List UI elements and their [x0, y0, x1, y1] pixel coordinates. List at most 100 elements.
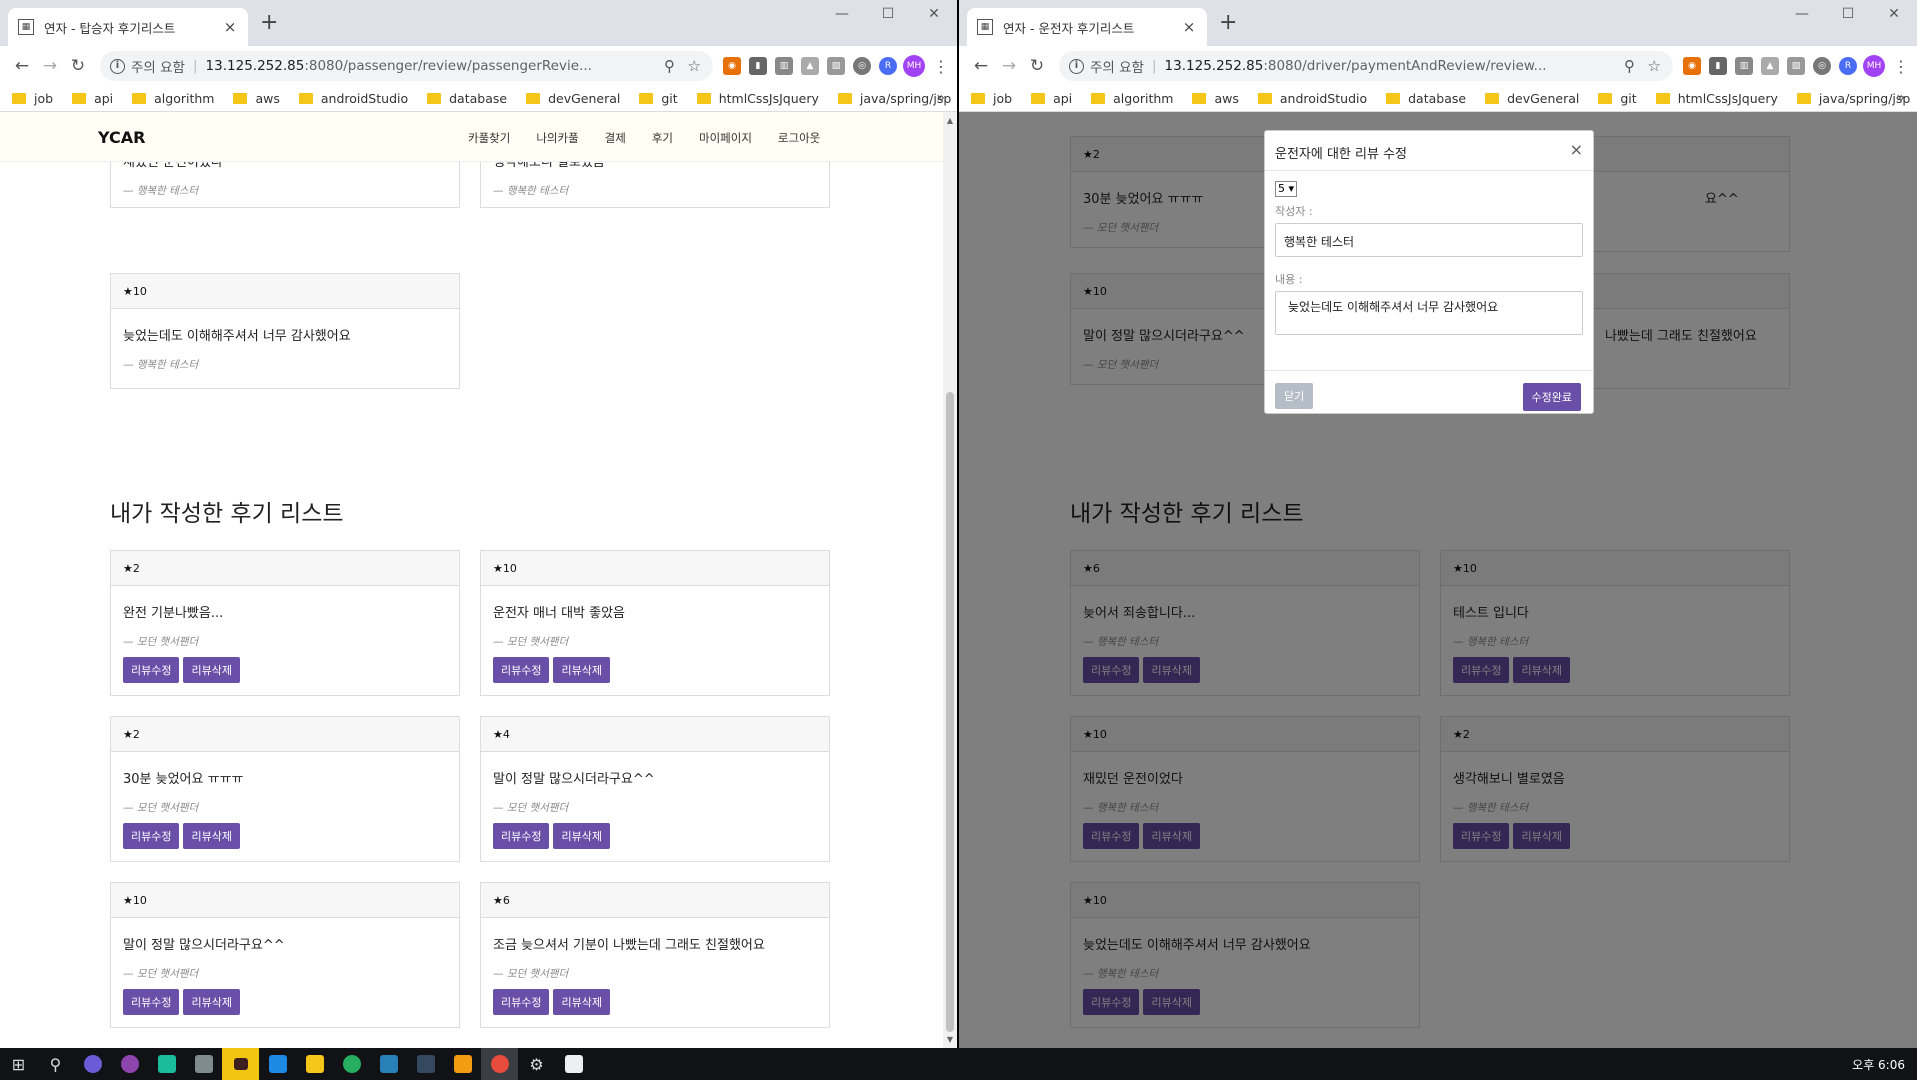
bookmark-folder[interactable]: git	[639, 91, 678, 106]
rating-select[interactable]: 5 ▾	[1275, 181, 1298, 197]
nav-carpool-search[interactable]: 카풀찾기	[468, 130, 510, 146]
close-tab-icon[interactable]: ×	[1181, 18, 1197, 36]
profile-avatar[interactable]: MH	[903, 55, 925, 77]
bookmark-folder[interactable]: devGeneral	[526, 91, 620, 106]
maximize-icon[interactable]: ☐	[1825, 0, 1871, 30]
bookmark-folder[interactable]: aws	[1192, 91, 1239, 106]
close-tab-icon[interactable]: ×	[222, 18, 238, 36]
taskbar-app-icon[interactable]	[407, 1048, 444, 1080]
author-field[interactable]: 행복한 테스터	[1275, 223, 1583, 257]
brand-logo[interactable]: YCAR	[98, 128, 145, 147]
extension-icon[interactable]: ◉	[723, 57, 741, 75]
edit-review-button[interactable]: 리뷰수정	[123, 823, 180, 849]
extension-icon[interactable]: ▧	[827, 57, 845, 75]
extension-icon[interactable]: ▮	[749, 57, 767, 75]
vscode-icon[interactable]	[259, 1048, 296, 1080]
reload-icon[interactable]: ↻	[1023, 56, 1051, 76]
minimize-icon[interactable]: —	[1779, 0, 1825, 30]
zoom-icon[interactable]: ⚲	[664, 57, 675, 75]
nav-my-carpool[interactable]: 나의카풀	[536, 130, 578, 146]
extension-icon[interactable]: ▮	[1709, 57, 1727, 75]
taskbar-app-icon[interactable]	[444, 1048, 481, 1080]
taskbar-app-icon[interactable]	[74, 1048, 111, 1080]
address-bar[interactable]: i 주의 요함 | 13.125.252.85:8080/driver/paym…	[1059, 51, 1673, 81]
nav-logout[interactable]: 로그아웃	[778, 130, 820, 146]
zoom-icon[interactable]: ⚲	[1624, 57, 1635, 75]
edit-review-button[interactable]: 리뷰수정	[493, 989, 550, 1015]
delete-review-button[interactable]: 리뷰삭제	[183, 823, 240, 849]
minimize-icon[interactable]: —	[819, 0, 865, 30]
taskbar-app-icon[interactable]	[185, 1048, 222, 1080]
bookmark-folder[interactable]: algorithm	[132, 91, 214, 106]
close-button[interactable]: 닫기	[1275, 383, 1314, 409]
extension-icon[interactable]: ▥	[1735, 57, 1753, 75]
bookmark-folder[interactable]: aws	[233, 91, 280, 106]
new-tab-icon[interactable]: +	[1219, 12, 1237, 34]
extension-icon[interactable]: ◎	[1813, 57, 1831, 75]
extension-icon[interactable]: ▧	[1787, 57, 1805, 75]
scrollbar[interactable]: ▲ ▼	[943, 112, 957, 1048]
nav-reviews[interactable]: 후기	[652, 130, 673, 146]
edit-review-button[interactable]: 리뷰수정	[123, 989, 180, 1015]
windows-start-icon[interactable]: ⊞	[0, 1048, 37, 1080]
close-icon[interactable]: ×	[1570, 140, 1583, 159]
settings-icon[interactable]: ⚙	[518, 1048, 555, 1080]
info-icon[interactable]: i	[1069, 58, 1084, 74]
extension-icon[interactable]: ◎	[853, 57, 871, 75]
menu-icon[interactable]: ⋮	[933, 57, 949, 76]
extension-icon[interactable]: R	[1839, 57, 1857, 75]
submit-edit-button[interactable]: 수정완료	[1522, 383, 1581, 411]
more-bookmarks-icon[interactable]: »	[936, 90, 945, 106]
chrome-icon[interactable]	[481, 1048, 518, 1080]
menu-icon[interactable]: ⋮	[1893, 57, 1909, 76]
edit-review-button[interactable]: 리뷰수정	[493, 823, 550, 849]
delete-review-button[interactable]: 리뷰삭제	[553, 823, 610, 849]
taskbar-app-icon[interactable]	[333, 1048, 370, 1080]
bookmark-folder[interactable]: androidStudio	[1257, 91, 1367, 106]
nav-payment[interactable]: 결제	[605, 130, 626, 146]
scroll-down-icon[interactable]: ▼	[943, 1035, 957, 1044]
profile-avatar[interactable]: MH	[1863, 55, 1885, 77]
bookmark-folder[interactable]: database	[427, 91, 507, 106]
reload-icon[interactable]: ↻	[64, 56, 92, 76]
edit-review-button[interactable]: 리뷰수정	[123, 657, 180, 683]
back-icon[interactable]: ←	[8, 56, 36, 76]
bookmark-folder[interactable]: job	[12, 91, 53, 106]
bookmark-folder[interactable]: job	[971, 91, 1012, 106]
bookmark-folder[interactable]: git	[1598, 91, 1637, 106]
bookmark-folder[interactable]: java/spring/jsp	[1796, 91, 1910, 106]
maximize-icon[interactable]: ☐	[865, 0, 911, 30]
content-textarea[interactable]: 늦었는데도 이해해주셔서 너무 감사했어요	[1275, 291, 1583, 335]
back-icon[interactable]: ←	[967, 56, 995, 76]
search-icon[interactable]: ⚲	[37, 1048, 74, 1080]
extension-icon[interactable]: ▥	[775, 57, 793, 75]
bookmark-folder[interactable]: devGeneral	[1485, 91, 1579, 106]
address-bar[interactable]: i 주의 요함 | 13.125.252.85:8080/passenger/r…	[100, 51, 713, 81]
close-window-icon[interactable]: ✕	[911, 0, 957, 30]
delete-review-button[interactable]: 리뷰삭제	[183, 657, 240, 683]
extension-icon[interactable]: ◉	[1683, 57, 1701, 75]
bookmark-folder[interactable]: androidStudio	[298, 91, 408, 106]
taskbar-app-icon[interactable]	[370, 1048, 407, 1080]
nav-mypage[interactable]: 마이페이지	[699, 130, 752, 146]
taskbar-app-icon[interactable]	[111, 1048, 148, 1080]
scroll-up-icon[interactable]: ▲	[943, 116, 957, 125]
delete-review-button[interactable]: 리뷰삭제	[553, 989, 610, 1015]
new-tab-icon[interactable]: +	[260, 12, 278, 34]
kakaotalk-icon[interactable]	[222, 1048, 259, 1080]
more-bookmarks-icon[interactable]: »	[1896, 90, 1905, 106]
scrollbar-thumb[interactable]	[946, 392, 954, 1032]
bookmark-folder[interactable]: htmlCssJsJquery	[696, 91, 819, 106]
extension-icon[interactable]: ▲	[801, 57, 819, 75]
bookmark-folder[interactable]: algorithm	[1091, 91, 1173, 106]
bookmark-folder[interactable]: htmlCssJsJquery	[1655, 91, 1778, 106]
close-window-icon[interactable]: ✕	[1871, 0, 1917, 30]
bookmark-folder[interactable]: java/spring/jsp	[837, 91, 951, 106]
extension-icon[interactable]: R	[879, 57, 897, 75]
bookmark-folder[interactable]: api	[1031, 91, 1072, 106]
browser-tab[interactable]: ▦ 연자 - 운전자 후기리스트 ×	[967, 8, 1207, 46]
bookmark-folder[interactable]: database	[1386, 91, 1466, 106]
info-icon[interactable]: i	[110, 58, 125, 74]
delete-review-button[interactable]: 리뷰삭제	[183, 989, 240, 1015]
photos-icon[interactable]	[555, 1048, 592, 1080]
